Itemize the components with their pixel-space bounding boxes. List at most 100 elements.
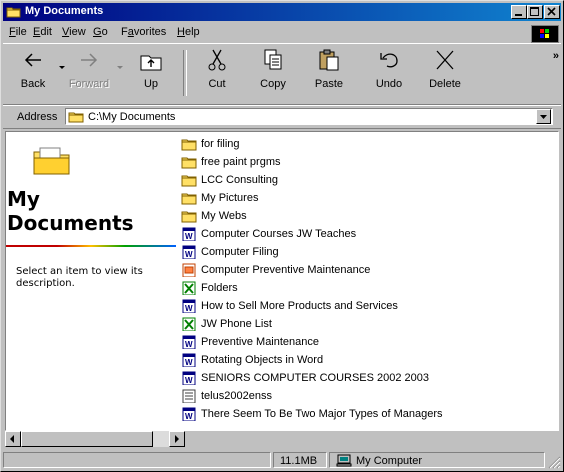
folder-icon [181, 139, 197, 151]
status-pane-size: 11.1MB [273, 452, 327, 468]
copy-label: Copy [260, 78, 286, 90]
svg-text:W: W [185, 376, 193, 385]
web-view-title-line2: Documents [7, 211, 134, 235]
explorer-window: My Documents File Edit View Go Favorites… [0, 0, 564, 472]
svg-text:W: W [185, 358, 193, 367]
resize-grip-icon[interactable] [547, 455, 561, 469]
menu-edit-label: dit [40, 26, 52, 38]
status-bar: 11.1MB My Computer [3, 451, 561, 469]
word-doc-icon: W [182, 335, 196, 349]
menu-help[interactable]: Help [177, 26, 200, 38]
windows-logo-icon [531, 25, 559, 43]
up-label: Up [143, 78, 159, 90]
menu-file[interactable]: File [9, 26, 27, 38]
list-item-label: Computer Courses JW Teaches [201, 228, 357, 240]
menu-view-label: iew [69, 26, 86, 38]
address-value: C:\My Documents [88, 111, 176, 123]
list-item-label: My Pictures [201, 192, 259, 204]
word-doc-icon: W [182, 245, 196, 259]
window-title: My Documents [25, 5, 104, 17]
generic-file-icon [182, 389, 196, 403]
folder-icon [68, 112, 84, 123]
excel-icon [182, 317, 196, 331]
menu-go[interactable]: Go [93, 26, 108, 38]
svg-text:W: W [185, 250, 193, 259]
delete-x-icon [436, 50, 454, 70]
status-pane-zone: My Computer [329, 452, 545, 468]
up-folder-icon [140, 55, 162, 71]
my-computer-icon [336, 454, 352, 467]
undo-button[interactable]: Undo [365, 48, 413, 98]
menu-go-label: o [101, 26, 108, 38]
web-view-title-line1: My [7, 187, 40, 211]
status-size: 11.1MB [280, 455, 318, 467]
svg-text:W: W [185, 304, 193, 313]
forward-label: Forward [68, 78, 110, 90]
delete-button[interactable]: Delete [421, 48, 469, 98]
list-item-label: LCC Consulting [201, 174, 279, 186]
maximize-button[interactable] [527, 5, 543, 19]
up-button[interactable]: Up [127, 48, 175, 98]
web-view-panel: My Documents Select an item to view its … [6, 132, 176, 430]
svg-text:W: W [185, 412, 193, 421]
forward-button[interactable]: Forward [65, 48, 113, 98]
minimize-button[interactable] [511, 5, 527, 19]
address-label: Address [17, 111, 58, 123]
powerpoint-icon [182, 263, 196, 277]
back-arrow-icon [24, 53, 41, 67]
scroll-left-button[interactable] [5, 431, 21, 447]
undo-label: Undo [375, 78, 403, 90]
folder-icon [181, 175, 197, 187]
status-zone: My Computer [356, 455, 423, 467]
scroll-right-button[interactable] [169, 431, 185, 447]
svg-text:W: W [185, 340, 193, 349]
list-item-label: Folders [201, 282, 238, 294]
minimize-icon [515, 14, 522, 16]
word-doc-icon: W [182, 371, 196, 385]
menu-bar: File Edit View Go Favorites Help [3, 23, 561, 41]
forward-arrow-icon [81, 53, 98, 67]
menu-favorites[interactable]: Favorites [121, 26, 166, 38]
close-button[interactable] [544, 5, 560, 19]
back-button[interactable]: Back [9, 48, 57, 98]
close-icon [547, 7, 556, 16]
cut-button[interactable]: Cut [193, 48, 241, 98]
title-underline [6, 245, 176, 247]
folder-icon [6, 7, 21, 18]
forward-dropdown-icon[interactable] [117, 66, 123, 70]
chevron-down-icon [540, 115, 547, 119]
list-item-label: JW Phone List [201, 318, 272, 330]
address-dropdown-button[interactable] [536, 109, 551, 124]
status-pane-main [3, 452, 271, 468]
menu-edit[interactable]: Edit [33, 26, 52, 38]
back-label: Back [20, 78, 46, 90]
folder-icon [181, 157, 197, 169]
title-bar[interactable]: My Documents [3, 3, 561, 21]
paste-button[interactable]: Paste [305, 48, 353, 98]
scroll-left-icon [10, 435, 14, 443]
copy-button[interactable]: Copy [249, 48, 297, 98]
toolbar-overflow-chevron[interactable]: » [553, 50, 559, 62]
svg-text:W: W [185, 232, 193, 241]
menu-help-label: elp [184, 26, 200, 38]
menu-favorites-label: vorites [133, 26, 167, 38]
list-item-label: Preventive Maintenance [201, 336, 320, 348]
scissors-icon [208, 49, 226, 71]
list-item-label: SENIORS COMPUTER COURSES 2002 2003 [201, 372, 430, 384]
folder-icon [181, 211, 197, 223]
address-input[interactable]: C:\My Documents [65, 108, 553, 125]
menu-file-label: ile [15, 26, 27, 38]
menu-view[interactable]: View [62, 26, 86, 38]
list-item-label: Rotating Objects in Word [201, 354, 324, 366]
list-item-label: telus2002enss [201, 390, 272, 402]
list-item-label: There Seem To Be Two Major Types of Mana… [201, 408, 443, 420]
paste-label: Paste [314, 78, 344, 90]
maximize-icon [530, 7, 539, 16]
address-bar: Address C:\My Documents [3, 105, 561, 129]
word-doc-icon: W [182, 299, 196, 313]
list-item-label: My Webs [201, 210, 247, 222]
scroll-thumb[interactable] [21, 431, 153, 447]
list-item-label: Computer Filing [201, 246, 279, 258]
delete-label: Delete [429, 78, 461, 90]
horizontal-scrollbar[interactable] [5, 431, 185, 447]
